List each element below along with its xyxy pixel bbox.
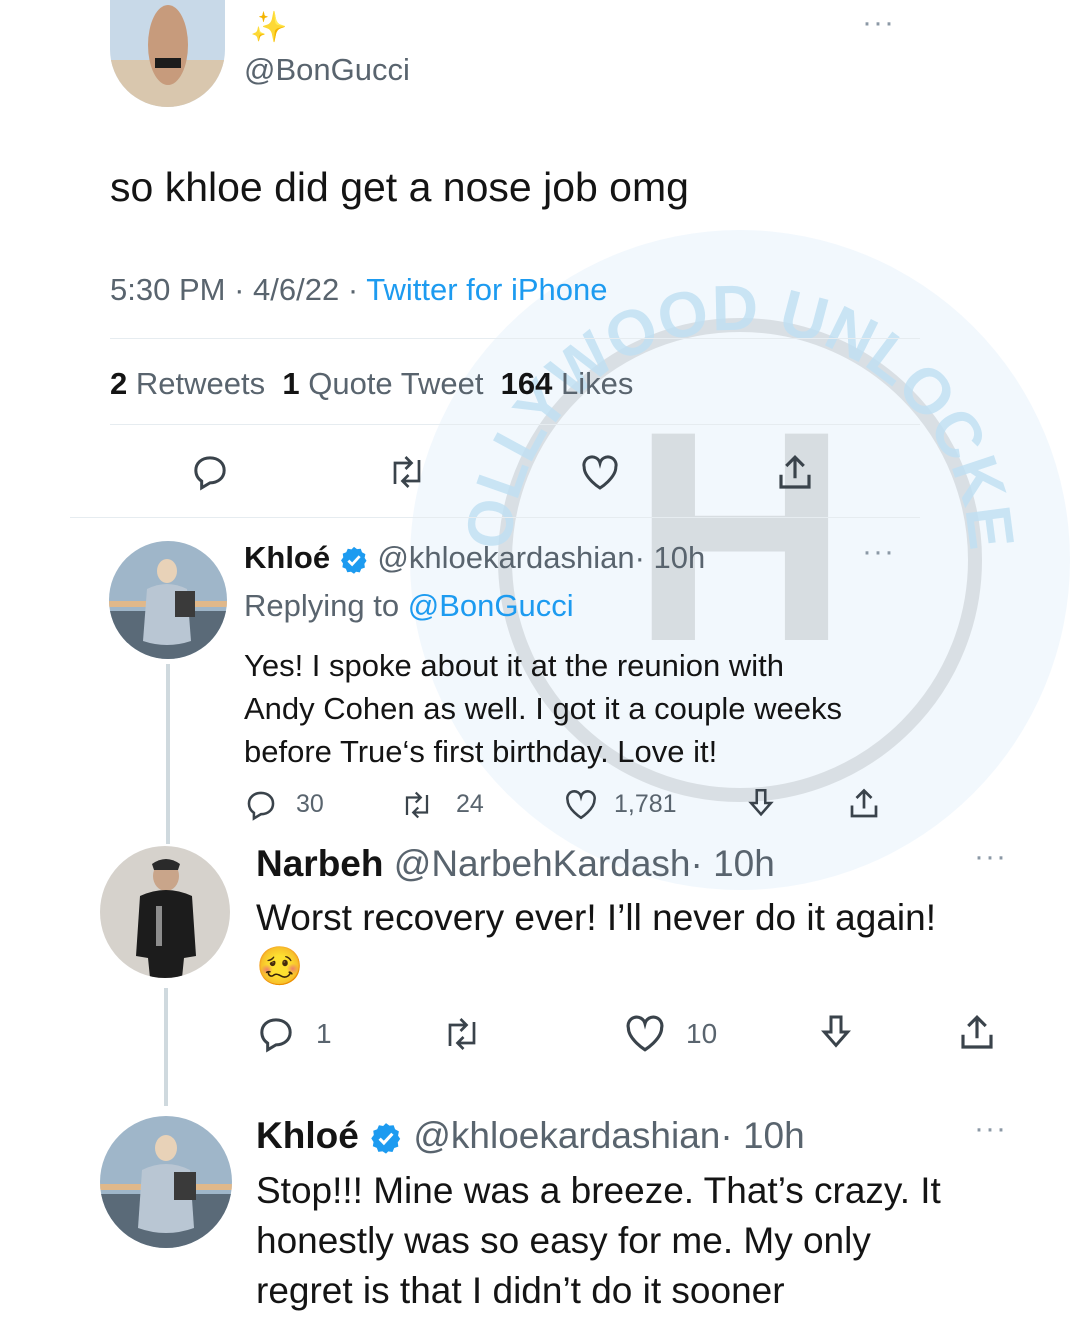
reply1-like-icon[interactable] xyxy=(564,789,598,821)
reply1-reply-icon[interactable] xyxy=(244,788,278,822)
reply2-reply-count: 1 xyxy=(316,1018,332,1049)
replying-label: Replying to xyxy=(244,588,400,623)
narbeh-avatar[interactable] xyxy=(100,846,230,978)
reply1-replying: Replying to @BonGucci xyxy=(244,588,574,624)
likes-label: Likes xyxy=(561,366,634,401)
main-source-link[interactable]: Twitter for iPhone xyxy=(366,272,607,307)
reply-icon[interactable] xyxy=(190,452,230,492)
like-icon[interactable] xyxy=(580,454,620,492)
reply1-name[interactable]: Khloé xyxy=(244,540,330,575)
main-handle[interactable]: @BonGucci xyxy=(244,52,410,88)
divider xyxy=(110,424,920,425)
main-date: 4/6/22 xyxy=(253,272,340,307)
bongucci-avatar[interactable] xyxy=(110,0,225,107)
reply1-line: Andy Cohen as well. I got it a couple we… xyxy=(244,691,842,726)
reply2-reply-icon[interactable] xyxy=(256,1014,296,1054)
reply2-text: Worst recovery ever! I’ll never do it ag… xyxy=(256,897,936,938)
reply2-share-icon[interactable] xyxy=(956,1012,998,1054)
reply2-retweet-icon[interactable] xyxy=(440,1016,484,1052)
quotes-count: 1 xyxy=(282,366,300,401)
reply3-name[interactable]: Khloé xyxy=(256,1115,359,1156)
main-time: 5:30 PM xyxy=(110,272,226,307)
reply2-download-icon[interactable] xyxy=(816,1012,856,1052)
reply2-name[interactable]: Narbeh xyxy=(256,843,383,884)
verified-badge-icon xyxy=(339,545,369,575)
reply3-more-icon[interactable]: ··· xyxy=(974,1114,1007,1144)
main-tweet-text: so khloe did get a nose job omg xyxy=(110,164,689,210)
reply1-header: Khloé @khloekardashian· 10h xyxy=(244,540,705,576)
thread-line xyxy=(166,664,170,844)
quotes-label: Quote Tweet xyxy=(308,366,484,401)
likes-stat[interactable]: 164 Likes xyxy=(501,366,634,401)
reply3-header: Khloé @khloekardashian· 10h xyxy=(256,1115,805,1157)
reply2-more-icon[interactable]: ··· xyxy=(974,842,1007,872)
reply1-line: before True‘s first birthday. Love it! xyxy=(244,734,718,769)
share-icon[interactable] xyxy=(774,452,816,494)
verified-badge-icon xyxy=(369,1121,403,1155)
thread-line xyxy=(164,988,168,1106)
retweets-stat[interactable]: 2 Retweets xyxy=(110,366,265,401)
quotes-stat[interactable]: 1 Quote Tweet xyxy=(282,366,483,401)
reply1-time: · 10h xyxy=(634,540,706,575)
reply3-handle[interactable]: @khloekardashian xyxy=(413,1115,720,1156)
main-display-name: ✨ xyxy=(250,11,288,44)
reply2-handle[interactable]: @NarbehKardash xyxy=(394,843,691,884)
main-timestamp: 5:30 PM · 4/6/22 · Twitter for iPhone xyxy=(110,272,607,308)
reply1-line: Yes! I spoke about it at the reunion wit… xyxy=(244,648,784,683)
main-stats: 2 Retweets 1 Quote Tweet 164 Likes xyxy=(110,366,633,402)
divider xyxy=(70,517,920,518)
likes-count: 164 xyxy=(500,366,553,401)
reply1-retweet-count: 24 xyxy=(456,790,484,818)
reply3-text: Stop!!! Mine was a breeze. That’s crazy.… xyxy=(256,1166,941,1316)
retweets-count: 2 xyxy=(110,366,128,401)
reply1-retweet-icon[interactable] xyxy=(398,790,436,820)
retweets-label: Retweets xyxy=(135,366,266,401)
reply2-like-icon[interactable] xyxy=(624,1014,666,1054)
reply1-download-icon[interactable] xyxy=(744,786,778,820)
reply1-handle[interactable]: @khloekardashian xyxy=(377,540,634,575)
reply2-like-count: 10 xyxy=(686,1018,718,1049)
main-more-icon[interactable]: ··· xyxy=(862,8,895,38)
reply3-line: Stop!!! Mine was a breeze. That’s crazy.… xyxy=(256,1170,941,1211)
reply3-time: · 10h xyxy=(720,1115,805,1156)
reply1-reply-count: 30 xyxy=(296,790,324,818)
reply2-time: · 10h xyxy=(690,843,775,884)
reply1-like-count: 1,781 xyxy=(614,790,677,818)
main-sep-1: · xyxy=(234,272,245,307)
reply3-line: regret is that I didn’t do it sooner xyxy=(256,1270,785,1311)
divider xyxy=(110,338,920,339)
reply2-emoji: 🥴 xyxy=(256,946,304,988)
main-sep-2: · xyxy=(347,272,359,307)
retweet-icon[interactable] xyxy=(385,454,429,490)
reply1-more-icon[interactable]: ··· xyxy=(862,537,895,567)
replying-to-link[interactable]: @BonGucci xyxy=(408,588,574,623)
reply2-header: Narbeh @NarbehKardash· 10h xyxy=(256,843,775,885)
reply1-text: Yes! I spoke about it at the reunion wit… xyxy=(244,644,842,773)
reply3-line: honestly was so easy for me. My only xyxy=(256,1220,871,1261)
khloe-avatar[interactable] xyxy=(109,541,227,659)
reply1-share-icon[interactable] xyxy=(846,786,882,822)
khloe-avatar[interactable] xyxy=(100,1116,232,1248)
